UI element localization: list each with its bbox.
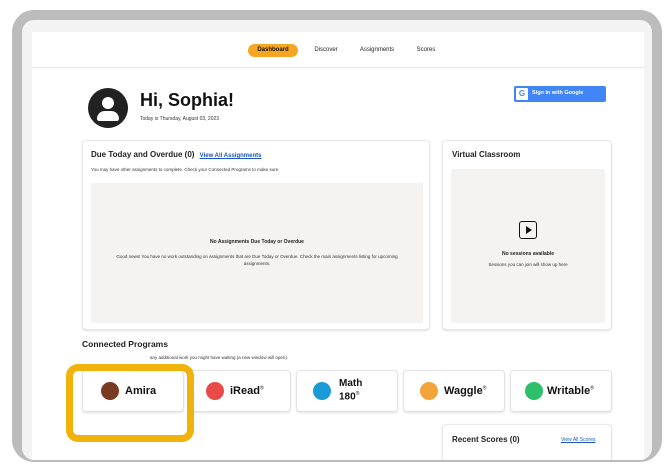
program-writable-button[interactable]: Writable® (510, 370, 612, 412)
recent-scores-title: Recent Scores (0) (452, 435, 520, 444)
program-math180-button[interactable]: Math 180® (296, 370, 398, 412)
view-all-scores-link[interactable]: View All Scores (561, 437, 595, 443)
dashboard-screen: Dashboard Discover Assignments Scores Hi… (32, 32, 644, 460)
tab-dashboard[interactable]: Dashboard (248, 44, 298, 57)
recent-scores-card: Recent Scores (0) View All Scores (442, 424, 612, 460)
view-all-assignments-link[interactable]: View All Assignments (200, 153, 262, 159)
connected-programs-title: Connected Programs (82, 339, 168, 349)
tab-assignments[interactable]: Assignments (354, 44, 400, 57)
play-icon (519, 221, 537, 239)
writable-logo-icon (525, 382, 543, 400)
iread-logo-icon (206, 382, 224, 400)
avatar-head-icon (102, 97, 114, 109)
due-empty-panel: No Assignments Due Today or Overdue Good… (91, 183, 423, 323)
program-math180-label: Math 180® (339, 378, 363, 403)
google-sign-in-label: Sign in with Google (532, 90, 584, 96)
program-iread-button[interactable]: iRead® (189, 370, 291, 412)
program-iread-label: iRead® (230, 385, 264, 397)
device-frame: Dashboard Discover Assignments Scores Hi… (12, 10, 662, 462)
avatar (88, 88, 128, 128)
virtual-classroom-title: Virtual Classroom (452, 150, 521, 159)
due-empty-body: Good news! You have no work outstanding … (116, 254, 398, 266)
top-nav: Dashboard Discover Assignments Scores (32, 32, 644, 68)
program-waggle-button[interactable]: Waggle® (403, 370, 505, 412)
tab-scores[interactable]: Scores (410, 44, 442, 57)
math180-logo-icon (313, 382, 331, 400)
due-subtitle: You may have other assignments to comple… (91, 167, 280, 172)
due-empty-title: No Assignments Due Today or Overdue (210, 239, 304, 245)
virtual-classroom-panel: No sessions available Sessions you can j… (451, 169, 605, 323)
program-waggle-label: Waggle® (444, 385, 487, 397)
waggle-logo-icon (420, 382, 438, 400)
program-writable-label: Writable® (547, 385, 594, 397)
date-text: Today is Thursday, August 03, 2023 (140, 116, 220, 122)
due-title-text: Due Today and Overdue (0) (91, 150, 195, 159)
virtual-classroom-card: Virtual Classroom No sessions available … (442, 140, 612, 330)
avatar-body-icon (97, 111, 119, 121)
connected-programs-subtitle: any additional work you might have waiti… (150, 355, 289, 360)
amira-highlight-box (66, 364, 194, 442)
tab-discover[interactable]: Discover (308, 44, 344, 57)
google-sign-in-button[interactable]: G Sign in with Google (514, 86, 606, 102)
due-title: Due Today and Overdue (0) View All Assig… (91, 150, 261, 159)
due-today-card: Due Today and Overdue (0) View All Assig… (82, 140, 430, 330)
no-sessions-title: No sessions available (502, 251, 554, 257)
device-bezel: Dashboard Discover Assignments Scores Hi… (22, 20, 652, 460)
greeting-title: Hi, Sophia! (140, 90, 234, 110)
google-icon: G (516, 88, 528, 100)
no-sessions-body: Sessions you can join will show up here (488, 262, 568, 267)
